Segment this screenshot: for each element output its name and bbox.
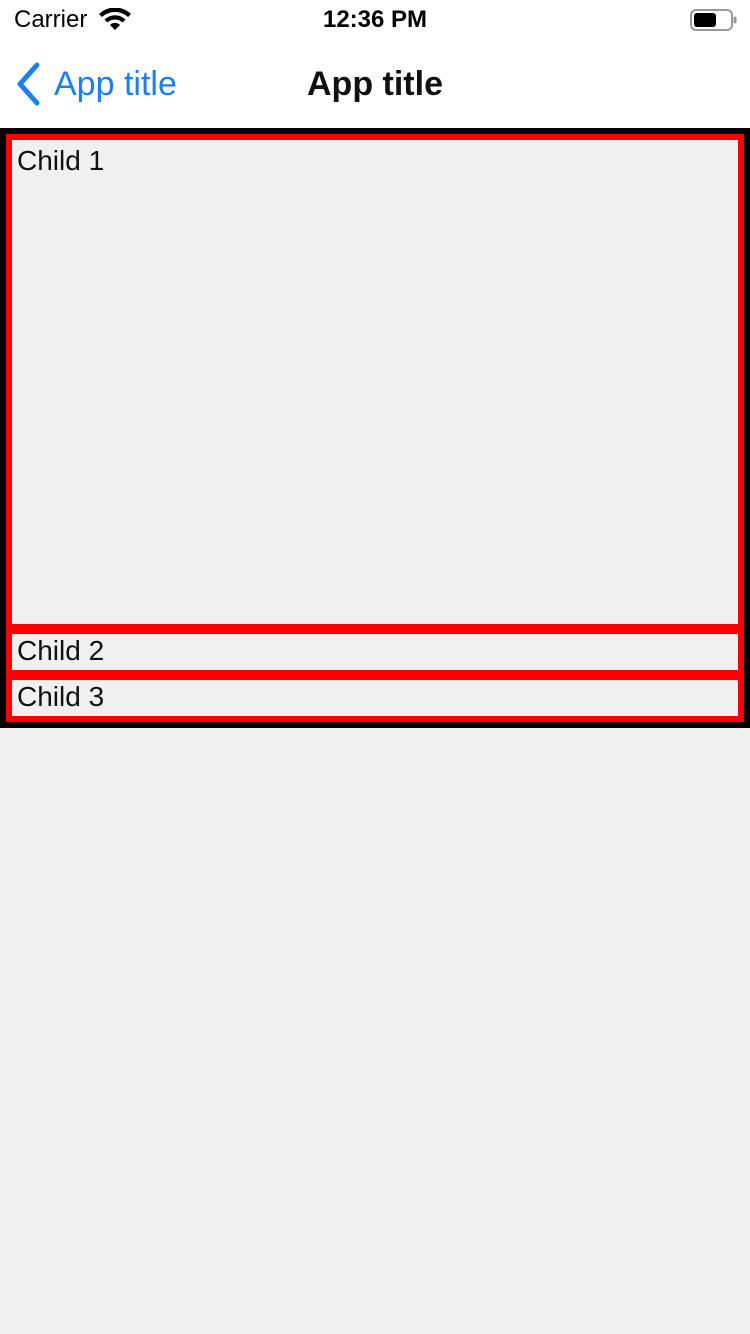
content-container: Child 1 Child 2 Child 3	[0, 128, 750, 728]
child-2-label: Child 2	[17, 635, 105, 666]
child-2: Child 2	[12, 634, 738, 670]
status-bar: Carrier 12:36 PM	[0, 0, 750, 40]
child-3-label: Child 3	[17, 681, 105, 712]
child-3: Child 3	[12, 680, 738, 716]
child-1-label: Child 1	[17, 145, 105, 176]
children-stack: Child 1 Child 2 Child 3	[6, 134, 744, 722]
battery-icon	[690, 9, 737, 31]
child-1: Child 1	[12, 140, 738, 624]
status-time: 12:36 PM	[322, 6, 428, 33]
page-title: App title	[307, 65, 443, 103]
navigation-bar: App title App title	[0, 40, 750, 128]
